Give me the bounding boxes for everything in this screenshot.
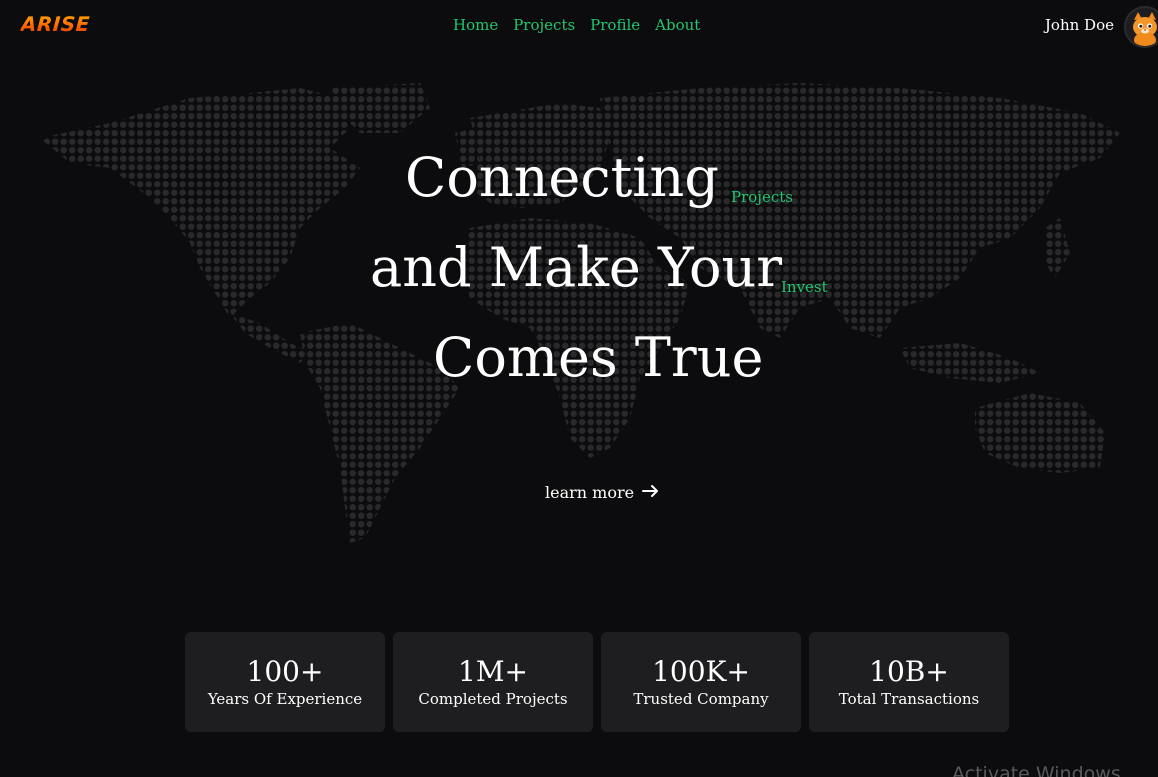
stat-value: 1M+: [458, 655, 528, 688]
hero-heading-line-2: and Make Your: [370, 236, 783, 299]
stat-label: Total Transactions: [838, 690, 980, 708]
landing-page: ARISE Home Projects Profile About John D…: [0, 0, 1158, 777]
learn-more-label: learn more: [545, 483, 635, 502]
os-activation-watermark: Activate Windows: [952, 763, 1121, 777]
user-name[interactable]: John Doe: [1045, 16, 1114, 34]
brand-logo[interactable]: ARISE: [20, 12, 91, 36]
hero-heading-line-1: Connecting: [405, 146, 719, 209]
hero-tag-projects: Projects: [731, 188, 793, 206]
arrow-right-icon: [642, 483, 660, 502]
stat-value: 100+: [246, 655, 324, 688]
stat-card: 1M+ Completed Projects: [393, 632, 593, 732]
stat-label: Years Of Experience: [207, 690, 363, 708]
main-nav: Home Projects Profile About: [453, 16, 700, 34]
nav-profile[interactable]: Profile: [590, 16, 640, 34]
stat-card: 100+ Years Of Experience: [185, 632, 385, 732]
hero-heading-line-3: Comes True: [433, 326, 764, 389]
cat-avatar-icon[interactable]: [1124, 6, 1158, 48]
stat-label: Completed Projects: [418, 690, 568, 708]
stat-card: 10B+ Total Transactions: [809, 632, 1009, 732]
hero-tag-invest: Invest: [781, 278, 828, 296]
stat-label: Trusted Company: [633, 690, 769, 708]
learn-more-button[interactable]: learn more: [545, 483, 660, 502]
nav-projects[interactable]: Projects: [513, 16, 575, 34]
nav-home[interactable]: Home: [453, 16, 498, 34]
stats-row: 100+ Years Of Experience 1M+ Completed P…: [185, 632, 1009, 732]
stat-value: 10B+: [869, 655, 949, 688]
stat-value: 100K+: [652, 655, 750, 688]
stat-card: 100K+ Trusted Company: [601, 632, 801, 732]
nav-about[interactable]: About: [655, 16, 700, 34]
